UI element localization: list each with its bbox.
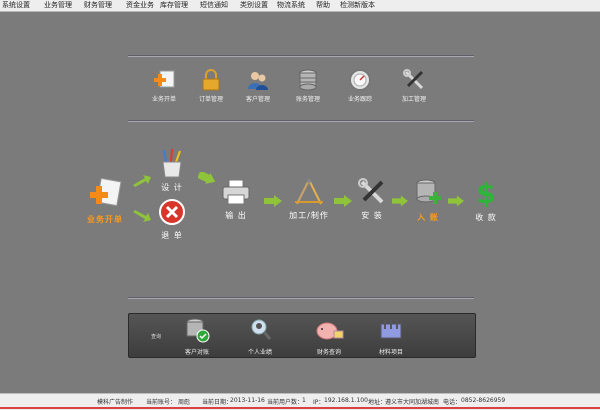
status-address-label: 地址：	[368, 399, 387, 406]
ledger-check-icon	[186, 318, 210, 343]
query-personal-performance[interactable]: 个人业绩	[230, 317, 290, 356]
query-panel: 查询 客户对账 个人业绩 财务查询 材料项目	[128, 313, 476, 358]
arrow-up-right-icon	[133, 175, 151, 187]
materials-icon	[380, 320, 402, 339]
status-ip: 192.168.1.100	[324, 397, 368, 404]
menu-inventory[interactable]: 库存管理	[160, 0, 188, 11]
flow-process[interactable]: 加工/制作	[284, 178, 334, 221]
status-online: 1	[302, 397, 306, 404]
drafting-compass-icon	[295, 179, 323, 205]
arrow-right-icon	[392, 195, 408, 207]
divider-bottom	[128, 297, 474, 299]
printer-icon	[222, 179, 250, 205]
main-area: 业务开单 订单管理 客户管理 账务管理 业务跟踪 加工管理 业务开单 设 计 退…	[0, 12, 600, 393]
toolbar-processing[interactable]: 加工管理	[385, 68, 443, 103]
status-online-label: 当前用户数：	[267, 399, 304, 406]
arrow-right-icon	[334, 195, 352, 207]
status-date-label: 当前日期：	[202, 399, 233, 406]
person-search-icon	[251, 319, 272, 340]
flow-void[interactable]: 退 单	[152, 198, 192, 241]
gauge-icon	[349, 69, 371, 91]
order-plus-icon	[154, 70, 175, 88]
menu-system-settings[interactable]: 系统设置	[2, 0, 30, 11]
menu-business[interactable]: 业务管理	[44, 0, 72, 11]
arrow-right-icon	[448, 195, 464, 207]
toolbar-tracking[interactable]: 业务跟踪	[331, 68, 389, 103]
status-tel-label: 电话：	[443, 399, 462, 406]
piggy-bank-icon	[316, 322, 344, 340]
order-plus-icon	[90, 177, 122, 207]
svg-text:$: $	[476, 178, 495, 208]
cancel-x-icon	[159, 199, 185, 225]
status-address: 遵义市大同加湖城南	[385, 399, 440, 406]
menu-logistics[interactable]: 物流系统	[277, 0, 305, 11]
users-icon	[248, 72, 268, 90]
menu-category[interactable]: 类别设置	[240, 0, 268, 11]
flow-collect[interactable]: $ 收 款	[466, 177, 506, 223]
status-account: 周彪	[178, 399, 191, 406]
divider-top	[128, 55, 474, 57]
status-account-label: 当前账号：	[146, 399, 177, 406]
query-panel-title: 查询	[151, 334, 162, 340]
database-add-icon	[416, 179, 441, 204]
arrow-right-icon	[264, 195, 282, 207]
menu-funds[interactable]: 资金业务	[126, 0, 154, 11]
status-ip-label: IP：	[313, 399, 325, 406]
database-icon	[299, 69, 317, 91]
flow-design[interactable]: 设 计	[152, 148, 192, 193]
pencil-cup-icon	[162, 148, 182, 178]
tools-icon	[358, 178, 384, 204]
tools-icon	[403, 69, 424, 90]
menu-check-update[interactable]: 检测新版本	[340, 0, 375, 11]
query-materials[interactable]: 材料项目	[361, 317, 421, 356]
dollar-icon: $	[476, 177, 495, 210]
menu-sms[interactable]: 短信通知	[200, 0, 228, 11]
query-customer-reconcile[interactable]: 客户对账	[167, 317, 227, 356]
divider-mid	[128, 120, 474, 122]
flow-stock-in[interactable]: 入 账	[408, 178, 448, 223]
menu-help[interactable]: 帮助	[316, 0, 330, 11]
flow-output[interactable]: 输 出	[216, 178, 256, 221]
toolbar-accounts[interactable]: 账务管理	[279, 68, 337, 103]
arrow-down-right-icon	[133, 210, 151, 222]
menu-finance[interactable]: 财务管理	[84, 0, 112, 11]
menu-bar: 系统设置 业务管理 财务管理 资金业务 库存管理 短信通知 类别设置 物流系统 …	[0, 0, 600, 12]
arrow-right-icon	[198, 172, 216, 184]
status-tel: 0852-8626959	[461, 397, 506, 404]
query-finance[interactable]: 财务查询	[299, 317, 359, 356]
flow-order-start[interactable]: 业务开单	[80, 177, 130, 225]
flow-install[interactable]: 安 装	[352, 178, 392, 221]
padlock-icon	[202, 69, 220, 91]
status-company: 模科广告制作	[97, 399, 134, 406]
status-date: 2013-11-16	[230, 397, 265, 404]
